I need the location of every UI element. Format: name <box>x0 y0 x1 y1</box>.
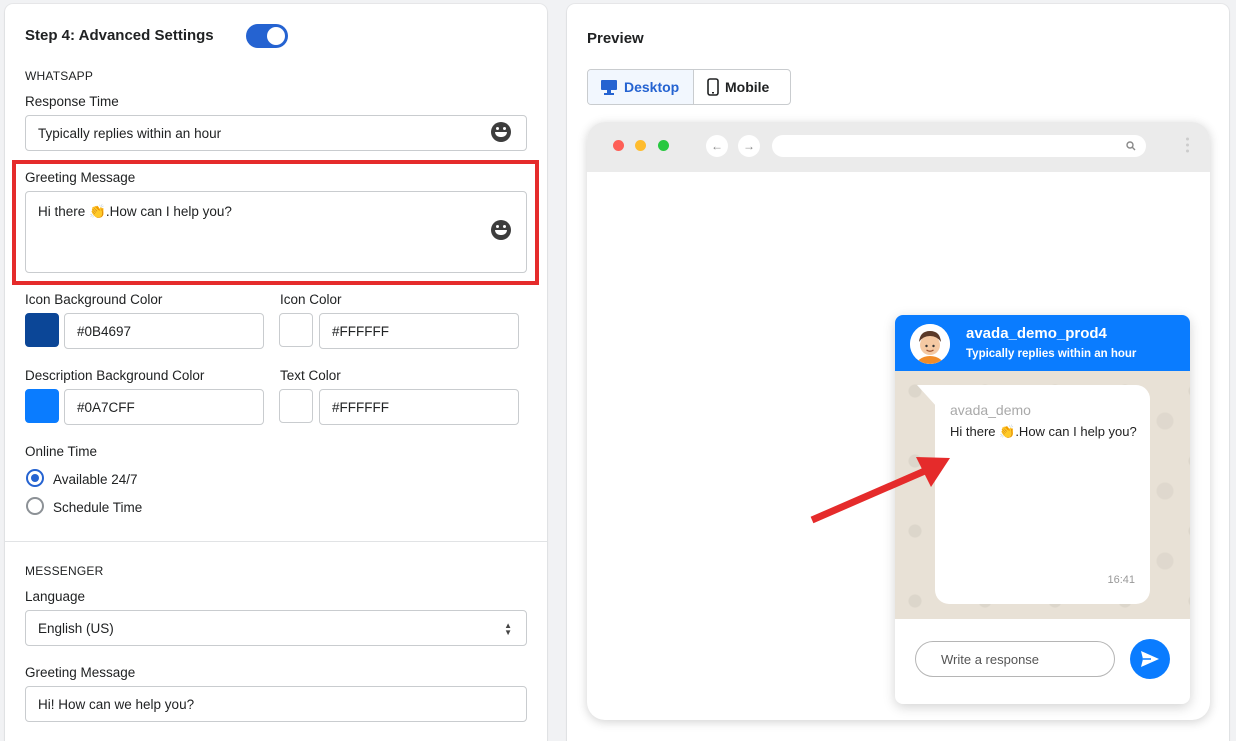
mobile-icon <box>707 78 719 96</box>
icon-color-swatch[interactable] <box>279 313 313 347</box>
message-sender: avada_demo <box>950 402 1031 418</box>
close-dot <box>613 140 624 151</box>
response-time-value: Typically replies within an hour <box>38 125 222 141</box>
advanced-settings-toggle[interactable] <box>246 24 288 48</box>
browser-toolbar: ← → <box>587 122 1210 172</box>
preview-panel: Preview Desktop Mobile ← → avada_demo_pr… <box>567 4 1229 741</box>
select-arrows-icon: ▲ ▼ <box>504 621 512 637</box>
step-title: Step 4: Advanced Settings <box>25 27 214 44</box>
chat-status: Typically replies within an hour <box>966 348 1137 360</box>
messenger-greeting-input[interactable]: Hi! How can we help you? <box>25 686 527 722</box>
radio-schedule-label[interactable]: Schedule Time <box>53 500 142 515</box>
search-icon <box>1126 141 1136 151</box>
text-color-label: Text Color <box>280 368 341 383</box>
icon-bg-color-value: #0B4697 <box>77 323 132 339</box>
mobile-label: Mobile <box>725 79 770 95</box>
language-select[interactable]: English (US) ▲ ▼ <box>25 610 527 646</box>
annotation-arrow-icon <box>810 457 950 524</box>
response-time-label: Response Time <box>25 94 119 109</box>
desc-bg-color-label: Description Background Color <box>25 368 205 383</box>
radio-available[interactable] <box>26 469 44 487</box>
bubble-tail <box>917 385 937 407</box>
messenger-greeting-value: Hi! How can we help you? <box>38 696 195 712</box>
response-input[interactable]: Write a response <box>915 641 1115 677</box>
toggle-knob <box>267 27 285 45</box>
preview-title: Preview <box>587 30 644 47</box>
icon-bg-color-swatch[interactable] <box>25 313 59 347</box>
section-divider <box>5 541 547 542</box>
greeting-message-textarea[interactable]: Hi there 👏.How can I help you? <box>25 191 527 273</box>
maximize-dot <box>658 140 669 151</box>
messenger-greeting-label: Greeting Message <box>25 665 136 680</box>
response-time-input[interactable]: Typically replies within an hour <box>25 115 527 151</box>
desktop-button[interactable]: Desktop <box>588 70 694 104</box>
mobile-button[interactable]: Mobile <box>695 70 791 104</box>
text-color-input[interactable]: #FFFFFF <box>319 389 519 425</box>
chat-header: avada_demo_prod4 Typically replies withi… <box>895 315 1190 371</box>
browser-mockup: ← → avada_demo_prod4 Typically replies w… <box>587 122 1210 720</box>
emoji-icon[interactable] <box>491 122 511 142</box>
messenger-section-label: MESSENGER <box>25 564 104 578</box>
icon-color-input[interactable]: #FFFFFF <box>319 313 519 349</box>
message-text: Hi there 👏.How can I help you? <box>950 424 1137 439</box>
language-label: Language <box>25 589 86 604</box>
desc-bg-color-input[interactable]: #0A7CFF <box>64 389 264 425</box>
text-color-swatch[interactable] <box>279 389 313 423</box>
radio-available-label[interactable]: Available 24/7 <box>53 472 138 487</box>
icon-bg-color-input[interactable]: #0B4697 <box>64 313 264 349</box>
kebab-menu-icon <box>1186 137 1189 155</box>
whatsapp-section-label: WHATSAPP <box>25 69 94 83</box>
message-time: 16:41 <box>1107 574 1135 586</box>
chat-name: avada_demo_prod4 <box>966 325 1107 342</box>
url-bar <box>772 135 1146 157</box>
response-placeholder: Write a response <box>941 651 1040 667</box>
online-time-label: Online Time <box>25 444 98 459</box>
greeting-message-label: Greeting Message <box>25 170 136 185</box>
icon-color-value: #FFFFFF <box>332 323 389 339</box>
send-button[interactable] <box>1130 639 1170 679</box>
send-icon <box>1141 651 1159 667</box>
language-value: English (US) <box>38 620 114 636</box>
desktop-icon <box>601 80 617 95</box>
greeting-message-value: Hi there 👏.How can I help you? <box>38 204 232 219</box>
back-arrow-icon: ← <box>706 135 728 157</box>
settings-panel: Step 4: Advanced Settings WHATSAPP Respo… <box>5 4 547 741</box>
desc-bg-color-swatch[interactable] <box>25 389 59 423</box>
radio-schedule[interactable] <box>26 497 44 515</box>
desc-bg-color-value: #0A7CFF <box>77 399 135 415</box>
icon-color-label: Icon Color <box>280 292 342 307</box>
minimize-dot <box>635 140 646 151</box>
desktop-label: Desktop <box>624 79 680 95</box>
avatar <box>910 324 950 364</box>
text-color-value: #FFFFFF <box>332 399 389 415</box>
message-bubble: avada_demo Hi there 👏.How can I help you… <box>935 385 1150 604</box>
device-toggle: Desktop Mobile <box>587 69 791 105</box>
forward-arrow-icon: → <box>738 135 760 157</box>
emoji-icon[interactable] <box>491 220 511 240</box>
icon-bg-color-label: Icon Background Color <box>25 292 163 307</box>
